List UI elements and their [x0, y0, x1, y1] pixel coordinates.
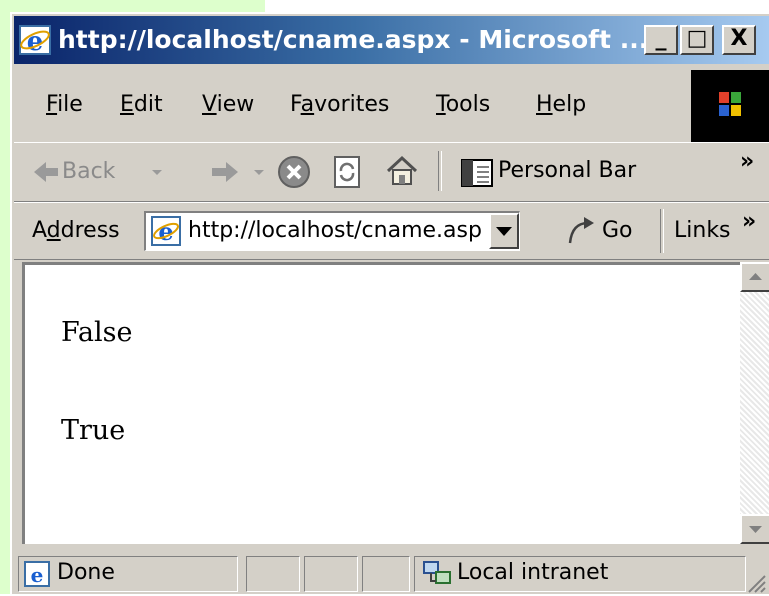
- maximize-icon: □: [686, 26, 708, 51]
- menu-view-label: iew: [216, 92, 255, 117]
- status-panel-3: [304, 556, 358, 592]
- scroll-up-button[interactable]: [740, 262, 769, 292]
- links-label[interactable]: Links: [674, 218, 731, 243]
- page-icon: e: [151, 216, 181, 246]
- address-field[interactable]: e http://localhost/cname.asp: [144, 211, 520, 251]
- menu-bar: File Edit View Favorites Tools Help: [14, 70, 769, 142]
- status-text: Done: [57, 560, 115, 585]
- status-bar: e Done Local intranet: [14, 550, 769, 596]
- menu-file-label: ile: [57, 92, 83, 117]
- windows-flag-icon: [719, 92, 741, 116]
- menu-help-hotkey: H: [536, 92, 553, 117]
- back-label: Back: [62, 159, 116, 184]
- chevron-down-icon: [496, 227, 512, 236]
- title-bar[interactable]: e http://localhost/cname.aspx - Microsof…: [14, 16, 769, 64]
- menu-tools-label: ools: [445, 92, 491, 117]
- arrow-down-icon: [749, 526, 762, 533]
- page-content: False True: [22, 262, 740, 544]
- status-panel-main: e Done: [18, 556, 238, 592]
- intranet-icon: [423, 561, 451, 584]
- menu-favorites-prefix: F: [290, 92, 301, 117]
- svg-text:e: e: [31, 563, 44, 587]
- address-value[interactable]: http://localhost/cname.asp: [188, 218, 482, 243]
- resize-grip-icon[interactable]: [745, 572, 767, 594]
- back-arrow-icon: [34, 162, 58, 182]
- ie-icon: e: [19, 25, 51, 57]
- personal-bar-label: Personal Bar: [498, 158, 637, 183]
- arrow-up-icon: [749, 273, 762, 280]
- forward-button[interactable]: [202, 153, 272, 191]
- toolbar-overflow-icon[interactable]: »: [740, 149, 754, 174]
- address-label-hotkey: d: [46, 218, 61, 243]
- menu-favorites[interactable]: Favorites: [290, 92, 389, 117]
- address-label: Address: [32, 218, 120, 243]
- menu-favorites-label: vorites: [314, 92, 390, 117]
- menu-help-label: elp: [552, 92, 587, 117]
- result-line-1: False: [61, 317, 133, 348]
- forward-arrow-icon: [212, 162, 238, 182]
- status-panel-2: [246, 556, 300, 592]
- menu-edit-label: dit: [133, 92, 163, 117]
- windows-logo: [691, 70, 769, 142]
- svg-text:e: e: [158, 217, 173, 246]
- status-panel-zone: Local intranet: [414, 556, 746, 592]
- menu-view-hotkey: V: [202, 92, 217, 117]
- personal-bar-button[interactable]: Personal Bar: [460, 153, 660, 191]
- address-separator: [660, 209, 664, 253]
- address-label-text: dress: [60, 218, 120, 243]
- address-bar: Address e http://localhost/cname.asp Go …: [14, 202, 769, 260]
- vertical-scrollbar[interactable]: [740, 262, 769, 544]
- forward-dropdown-icon: [254, 170, 264, 175]
- go-button[interactable]: Go: [564, 211, 654, 251]
- status-panel-4: [362, 556, 410, 592]
- menu-edit[interactable]: Edit: [120, 92, 163, 117]
- close-icon: X: [730, 26, 748, 51]
- stop-icon[interactable]: [276, 154, 312, 190]
- minimize-button[interactable]: _: [644, 25, 678, 55]
- personal-bar-icon: [461, 159, 493, 187]
- menu-help[interactable]: Help: [536, 92, 586, 117]
- back-button[interactable]: Back: [32, 153, 192, 191]
- menu-tools[interactable]: Tools: [436, 92, 490, 117]
- toolbar-separator: [438, 151, 442, 191]
- menu-edit-hotkey: E: [120, 92, 134, 117]
- minimize-icon: _: [655, 26, 667, 51]
- go-label: Go: [602, 218, 633, 243]
- browser-window: e http://localhost/cname.aspx - Microsof…: [10, 12, 769, 594]
- zone-label: Local intranet: [457, 560, 609, 585]
- menu-tools-hotkey: T: [436, 92, 446, 117]
- scroll-down-button[interactable]: [740, 514, 769, 544]
- menu-file[interactable]: File: [46, 92, 83, 117]
- go-arrow-icon: [568, 217, 594, 244]
- refresh-icon[interactable]: [330, 154, 364, 190]
- address-dropdown-button[interactable]: [489, 213, 519, 249]
- home-icon[interactable]: [384, 153, 420, 189]
- menu-file-hotkey: F: [46, 92, 58, 117]
- menu-favorites-hotkey: a: [300, 92, 315, 117]
- result-line-2: True: [61, 415, 126, 446]
- close-button[interactable]: X: [722, 25, 756, 55]
- window-title: http://localhost/cname.aspx - Microsoft …: [58, 25, 649, 54]
- standard-toolbar: Back Personal Bar »: [14, 142, 769, 202]
- back-dropdown-icon: [152, 170, 162, 175]
- address-label-prefix: A: [32, 218, 47, 243]
- links-overflow-icon[interactable]: »: [742, 209, 756, 234]
- menu-view[interactable]: View: [202, 92, 254, 117]
- maximize-button[interactable]: □: [680, 25, 714, 55]
- status-page-icon: e: [24, 561, 50, 587]
